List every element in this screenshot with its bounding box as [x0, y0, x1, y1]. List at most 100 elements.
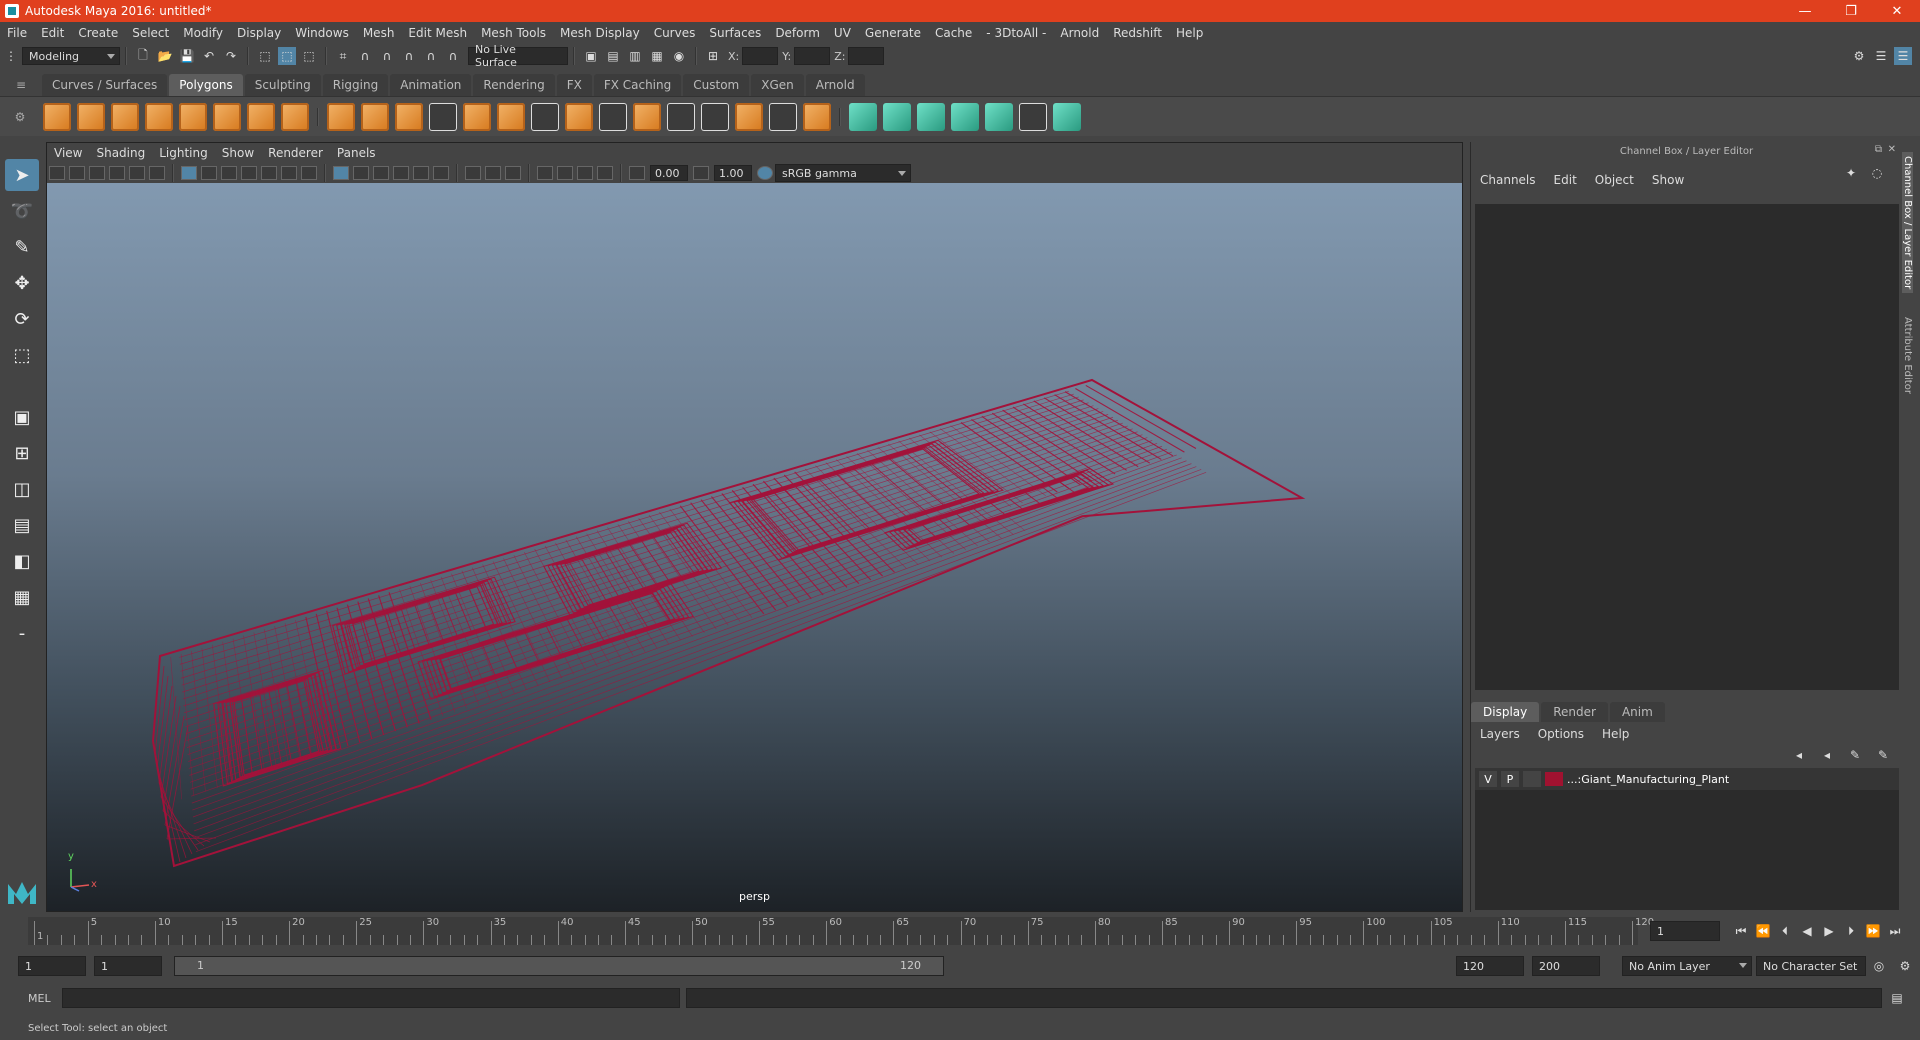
- range-slider[interactable]: 1 120: [174, 956, 944, 976]
- channel-list-area[interactable]: [1475, 204, 1899, 690]
- use-lights-icon[interactable]: [413, 166, 429, 180]
- y-input[interactable]: [794, 47, 831, 65]
- close-panel-icon[interactable]: ✕: [1888, 144, 1896, 155]
- isolate-select-icon[interactable]: [537, 166, 553, 180]
- viewport-menu-show[interactable]: Show: [215, 146, 261, 160]
- menu-modify[interactable]: Modify: [176, 26, 230, 40]
- offset-edge-loop-icon[interactable]: [701, 102, 729, 131]
- menu-create[interactable]: Create: [71, 26, 125, 40]
- shelf-options-icon[interactable]: ⚙: [0, 110, 40, 124]
- film-gate-icon[interactable]: [201, 166, 217, 180]
- new-scene-icon[interactable]: 🗋: [134, 47, 152, 65]
- exposure-field[interactable]: 0.00: [650, 165, 688, 181]
- shelf-tab-rigging[interactable]: Rigging: [322, 74, 389, 96]
- step-back-key-icon[interactable]: ⏪: [1754, 922, 1772, 940]
- smooth-icon[interactable]: [429, 102, 457, 131]
- insert-edge-loop-icon[interactable]: [667, 102, 695, 131]
- layer-tab-display[interactable]: Display: [1471, 702, 1540, 722]
- layer-row[interactable]: V P ...:Giant_Manufacturing_Plant: [1475, 768, 1899, 790]
- uv-editor-icon[interactable]: [1053, 102, 1081, 131]
- unfold-uv-icon[interactable]: [985, 102, 1013, 131]
- channel-menu-channels[interactable]: Channels: [1471, 173, 1545, 187]
- z-input[interactable]: [848, 47, 885, 65]
- append-polygon-icon[interactable]: [633, 102, 661, 131]
- menu-edit-mesh[interactable]: Edit Mesh: [401, 26, 474, 40]
- cylindrical-uv-icon[interactable]: [883, 102, 911, 131]
- command-input[interactable]: [62, 988, 680, 1008]
- menu-set-grip-icon[interactable]: ⋮: [2, 47, 20, 65]
- layer-tab-anim[interactable]: Anim: [1609, 702, 1665, 722]
- gamma-icon[interactable]: [693, 166, 709, 180]
- play-forwards-icon[interactable]: ▶: [1820, 922, 1838, 940]
- uv-checker-icon[interactable]: [1019, 102, 1047, 131]
- persp-graph-layout-icon[interactable]: ◧: [5, 545, 39, 577]
- menu-3dtoall[interactable]: - 3DtoAll -: [979, 26, 1053, 40]
- menu-uv[interactable]: UV: [827, 26, 858, 40]
- xray-joints-icon[interactable]: [577, 166, 593, 180]
- render-view-icon[interactable]: ▣: [582, 47, 600, 65]
- bridge-icon[interactable]: [497, 102, 525, 131]
- step-forward-frame-icon[interactable]: ⏵: [1842, 922, 1860, 940]
- snap-point-icon[interactable]: ∩: [378, 47, 396, 65]
- menu-set-dropdown[interactable]: Modeling: [22, 47, 120, 65]
- transform-input-icon[interactable]: ⊞: [704, 47, 722, 65]
- new-empty-layer-icon[interactable]: ✎: [1846, 746, 1864, 764]
- smooth-shade-icon[interactable]: [353, 166, 369, 180]
- float-panel-icon[interactable]: ⧉: [1875, 144, 1882, 155]
- camera-attributes-icon[interactable]: [69, 166, 85, 180]
- layer-color-swatch[interactable]: [1545, 772, 1563, 786]
- poly-plane-icon[interactable]: [179, 102, 207, 131]
- channel-box-toggle-icon[interactable]: ☰: [1894, 47, 1912, 65]
- menu-edit[interactable]: Edit: [34, 26, 71, 40]
- wireframe-model[interactable]: [47, 183, 1462, 911]
- automatic-uv-icon[interactable]: [951, 102, 979, 131]
- scene-end-field[interactable]: 200: [1532, 956, 1600, 976]
- snap-magnet-icon[interactable]: ∩: [444, 47, 462, 65]
- layer-playback-toggle[interactable]: P: [1501, 771, 1519, 787]
- channel-color-icon[interactable]: ✦: [1842, 164, 1860, 182]
- x-input[interactable]: [742, 47, 779, 65]
- maximize-button[interactable]: ❐: [1828, 0, 1874, 22]
- menu-deform[interactable]: Deform: [768, 26, 827, 40]
- grease-pencil-icon[interactable]: [149, 166, 165, 180]
- spherical-uv-icon[interactable]: [917, 102, 945, 131]
- single-pane-layout-icon[interactable]: ▣: [5, 401, 39, 433]
- poly-pyramid-icon[interactable]: [247, 102, 275, 131]
- new-layer-selected-icon[interactable]: ✎: [1874, 746, 1892, 764]
- viewport-menu-shading[interactable]: Shading: [89, 146, 152, 160]
- move-layer-down-icon[interactable]: ◂: [1818, 746, 1836, 764]
- xray-components-icon[interactable]: [597, 166, 613, 180]
- auto-key-icon[interactable]: ◎: [1870, 957, 1888, 975]
- two-pane-layout-icon[interactable]: ◫: [5, 473, 39, 505]
- time-ruler[interactable]: 1 5 10 15 20 25 30 35 40 45 50 55 60 65 70 75 80 85 90 95 10…: [28, 917, 1654, 945]
- image-plane-icon[interactable]: [109, 166, 125, 180]
- gate-mask-icon[interactable]: [241, 166, 257, 180]
- menu-arnold[interactable]: Arnold: [1053, 26, 1106, 40]
- safe-title-icon[interactable]: [301, 166, 317, 180]
- anim-layer-dropdown[interactable]: No Anim Layer: [1622, 956, 1752, 976]
- fill-hole-icon[interactable]: [769, 102, 797, 131]
- grid-toggle-icon[interactable]: [181, 166, 197, 180]
- menu-select[interactable]: Select: [125, 26, 176, 40]
- go-to-start-icon[interactable]: ⏮: [1732, 922, 1750, 940]
- menu-generate[interactable]: Generate: [858, 26, 928, 40]
- poly-cube-icon[interactable]: [77, 102, 105, 131]
- bookmark-icon[interactable]: [89, 166, 105, 180]
- select-hierarchy-icon[interactable]: ⬚: [256, 47, 274, 65]
- anti-aliasing-icon[interactable]: [505, 166, 521, 180]
- exposure-icon[interactable]: [629, 166, 645, 180]
- menu-cache[interactable]: Cache: [928, 26, 979, 40]
- snap-grid-icon[interactable]: ⌗: [334, 47, 352, 65]
- layer-display-type-toggle[interactable]: [1523, 771, 1541, 787]
- layer-visibility-toggle[interactable]: V: [1479, 771, 1497, 787]
- four-pane-layout-icon[interactable]: ⊞: [5, 437, 39, 469]
- shelf-tab-curves-surfaces[interactable]: Curves / Surfaces: [42, 74, 168, 96]
- save-scene-icon[interactable]: 💾: [178, 47, 196, 65]
- step-back-frame-icon[interactable]: ⏴: [1776, 922, 1794, 940]
- select-component-icon[interactable]: ⬚: [300, 47, 318, 65]
- merge-icon[interactable]: [735, 102, 763, 131]
- play-backwards-icon[interactable]: ◀: [1798, 922, 1816, 940]
- render-frame-icon[interactable]: ▤: [604, 47, 622, 65]
- poly-sphere-icon[interactable]: [43, 102, 71, 131]
- layer-menu-help[interactable]: Help: [1593, 727, 1638, 741]
